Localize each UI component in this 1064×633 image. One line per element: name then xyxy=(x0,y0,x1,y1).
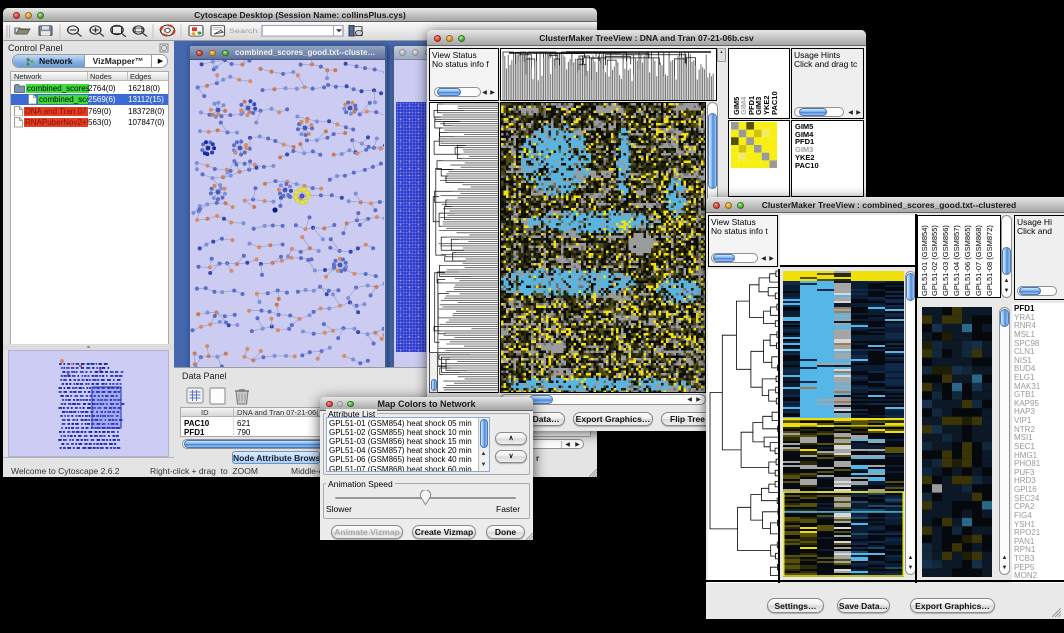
svg-text:Search:: Search: xyxy=(229,27,260,35)
